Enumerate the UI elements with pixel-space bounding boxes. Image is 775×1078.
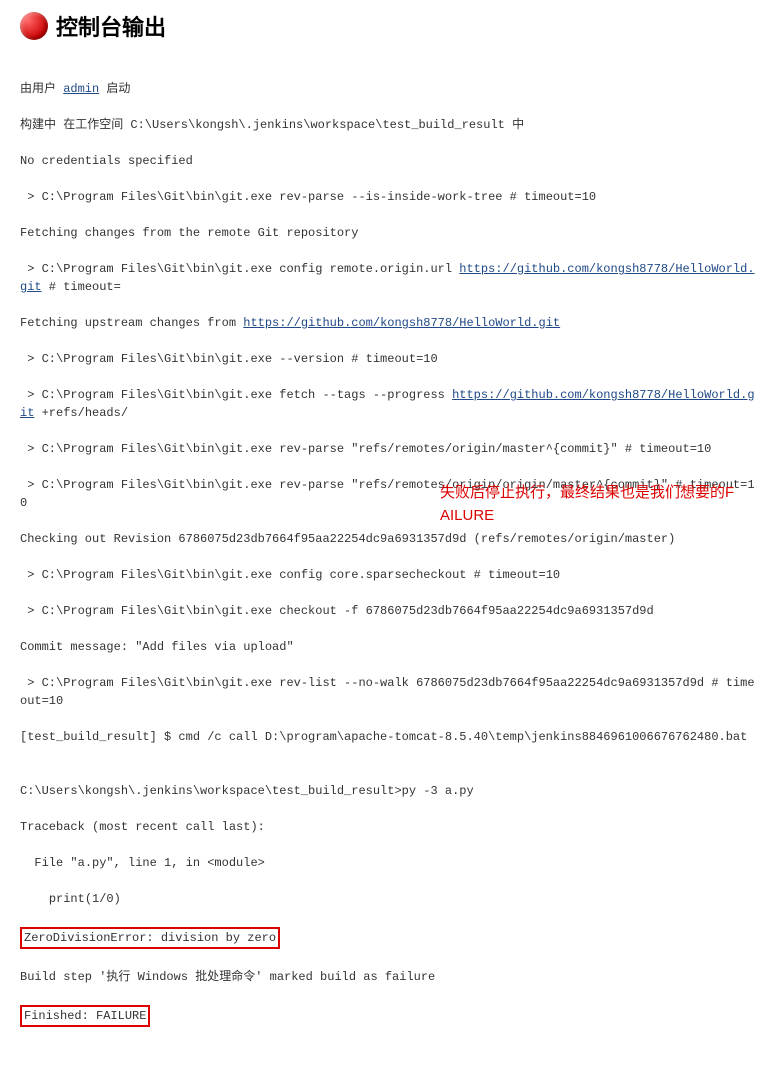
- console-line: File "a.py", line 1, in <module>: [20, 854, 755, 872]
- console-line: > C:\Program Files\Git\bin\git.exe rev-l…: [20, 674, 755, 710]
- console-line: > C:\Program Files\Git\bin\git.exe fetch…: [20, 386, 755, 422]
- console-line: C:\Users\kongsh\.jenkins\workspace\test_…: [20, 782, 755, 800]
- console-line: > C:\Program Files\Git\bin\git.exe check…: [20, 602, 755, 620]
- console-line: > C:\Program Files\Git\bin\git.exe rev-p…: [20, 188, 755, 206]
- console-line: Traceback (most recent call last):: [20, 818, 755, 836]
- console-line: > C:\Program Files\Git\bin\git.exe confi…: [20, 260, 755, 296]
- page-title: 控制台输出: [56, 10, 166, 42]
- console-line: > C:\Program Files\Git\bin\git.exe confi…: [20, 566, 755, 584]
- console-line: Commit message: "Add files via upload": [20, 638, 755, 656]
- console-header: 控制台输出: [20, 10, 755, 42]
- console-line: [test_build_result] $ cmd /c call D:\pro…: [20, 728, 755, 746]
- console-line: Fetching upstream changes from https://g…: [20, 314, 755, 332]
- console-output: 由用户 admin 启动 构建中 在工作空间 C:\Users\kongsh\.…: [20, 62, 755, 1078]
- console-line: > C:\Program Files\Git\bin\git.exe rev-p…: [20, 440, 755, 458]
- console-line: > C:\Program Files\Git\bin\git.exe --ver…: [20, 350, 755, 368]
- highlight-error: ZeroDivisionError: division by zero: [20, 926, 755, 950]
- build-status-icon: [20, 12, 48, 40]
- user-link[interactable]: admin: [63, 82, 99, 96]
- console-line: print(1/0): [20, 890, 755, 908]
- highlight-finished: Finished: FAILURE: [20, 1004, 755, 1028]
- console-line: No credentials specified: [20, 152, 755, 170]
- console-line: 由用户 admin 启动: [20, 80, 755, 98]
- console-line: Checking out Revision 6786075d23db7664f9…: [20, 530, 755, 548]
- console-line: 构建中 在工作空间 C:\Users\kongsh\.jenkins\works…: [20, 116, 755, 134]
- finished-box: Finished: FAILURE: [20, 1005, 150, 1027]
- error-box: ZeroDivisionError: division by zero: [20, 927, 280, 949]
- console-line: Build step '执行 Windows 批处理命令' marked bui…: [20, 968, 755, 986]
- user-annotation: 失败后停止执行，最终结果也是我们想要的FAILURE: [440, 482, 740, 527]
- repo-link[interactable]: https://github.com/kongsh8778/HelloWorld…: [243, 316, 560, 330]
- console-line: Fetching changes from the remote Git rep…: [20, 224, 755, 242]
